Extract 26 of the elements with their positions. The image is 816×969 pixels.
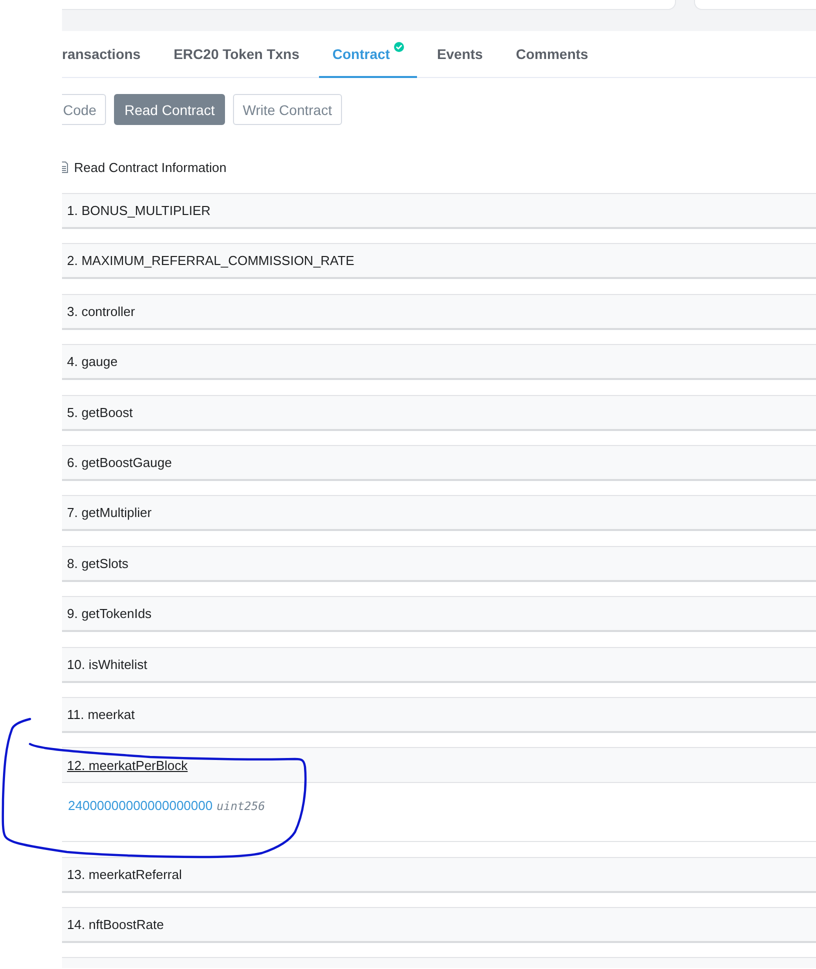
accordion-header[interactable]: 13. meerkatReferral <box>62 856 816 893</box>
accordion-header[interactable]: 10. isWhitelist <box>62 646 816 683</box>
accordion-header[interactable]: 6. getBoostGauge <box>62 444 816 481</box>
tab[interactable]: ERC20 Token Txns <box>160 31 312 78</box>
accordion-header[interactable]: 3. controller <box>62 294 816 330</box>
accordion-header[interactable]: 5. getBoost <box>62 394 816 431</box>
accordion-header[interactable]: 1. BONUS_MULTIPLIER <box>62 193 816 229</box>
accordion-header[interactable] <box>62 957 816 968</box>
accordion-header[interactable]: 2. MAXIMUM_REFERRAL_COMMISSION_RATE <box>62 243 816 280</box>
accordion-header[interactable]: 9. getTokenIds <box>62 596 816 632</box>
accordion-header[interactable]: 7. getMultiplier <box>62 495 816 532</box>
accordion-header[interactable]: 11. meerkat <box>62 696 816 733</box>
result-type: uint256 <box>216 799 266 814</box>
tab[interactable]: ransactions <box>62 31 154 78</box>
contract-tab-button[interactable]: Code <box>62 94 106 125</box>
contract-tab-button[interactable]: Write Contract <box>232 94 342 125</box>
accordion-header[interactable]: 8. getSlots <box>62 546 816 582</box>
accordion-header[interactable]: 12. meerkatPerBlock <box>62 747 816 784</box>
contract-tab-button[interactable]: Read Contract <box>114 94 225 125</box>
accordion-header[interactable]: 4. gauge <box>62 344 816 380</box>
document-icon <box>62 161 68 173</box>
tab[interactable]: Comments <box>502 31 602 78</box>
section-title: Read Contract Information <box>74 160 226 174</box>
accordion-header[interactable]: 14. nftBoostRate <box>62 907 816 944</box>
tab[interactable]: Events <box>424 31 496 78</box>
result-value: 24000000000000000000 <box>68 798 213 814</box>
